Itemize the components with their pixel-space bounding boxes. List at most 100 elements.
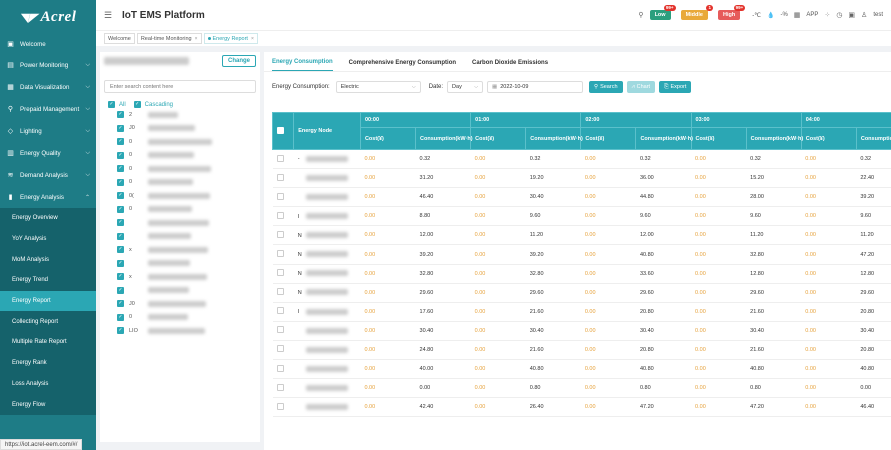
clock-icon[interactable]: ◷ <box>836 11 842 19</box>
tree-node[interactable]: ✓ x <box>100 243 260 257</box>
submenu-item-energy-rank[interactable]: Energy Rank <box>0 353 96 374</box>
submenu-item-energy-report[interactable]: Energy Report <box>0 290 96 312</box>
cascading-checkbox[interactable]: ✓ <box>133 101 141 108</box>
date-type-select[interactable]: Day ⌵ <box>447 81 484 93</box>
tree-node[interactable]: ✓ <box>100 230 260 244</box>
search-button[interactable]: ⚲ Search <box>589 81 623 93</box>
tree-node[interactable]: ✓ <box>100 216 260 230</box>
tree-node[interactable]: ✓ <box>100 257 260 271</box>
row-checkbox[interactable] <box>276 269 284 277</box>
node-checkbox[interactable]: ✓ <box>117 178 124 186</box>
sidebar-item-energy-analysis[interactable]: ▮ Energy Analysis ⌃ <box>0 186 96 208</box>
energy-type-select[interactable]: Electric ⌵ <box>335 81 421 93</box>
table-row[interactable]: -0.00 0.32 0.00 0.32 0.00 0.32 0.00 0.32 0.00 0.3… <box>272 149 891 170</box>
alarm-low-badge[interactable]: Low 99+ <box>649 5 676 20</box>
tab-energy-report[interactable]: Energy Report × <box>203 33 258 44</box>
qr-icon[interactable]: ▦ <box>794 11 801 19</box>
alarm-middle-badge[interactable]: Middle 1 <box>680 5 713 20</box>
table-row[interactable]: 0.00 42.40 0.00 26.40 0.00 47.20 0.00 47.20 0.00… <box>272 397 891 418</box>
node-checkbox[interactable]: ✓ <box>117 124 124 132</box>
submenu-item-energy-trend[interactable]: Energy Trend <box>0 270 96 291</box>
submenu-item-energy-flow[interactable]: Energy Flow <box>0 394 96 415</box>
tree-node[interactable]: ✓ 0( <box>100 189 260 203</box>
tree-node[interactable]: ✓ 2 <box>100 108 260 122</box>
export-button[interactable]: ⎘ Export <box>659 81 692 93</box>
row-checkbox[interactable] <box>276 402 284 410</box>
node-checkbox[interactable]: ✓ <box>117 327 124 335</box>
tree-node[interactable]: ✓ 0 <box>100 203 260 217</box>
row-checkbox[interactable] <box>276 288 284 296</box>
row-checkbox[interactable] <box>276 326 284 334</box>
menu-toggle-icon[interactable]: ☰ <box>104 10 116 21</box>
table-row[interactable]: 0.00 0.00 0.00 0.80 0.00 0.80 0.00 0.80 0.00 0.00 <box>272 378 891 399</box>
tree-node[interactable]: ✓ 0 <box>100 176 260 190</box>
table-row[interactable]: 0.00 46.40 0.00 30.40 0.00 44.80 0.00 28.00 0.00… <box>272 187 891 208</box>
app-link[interactable]: APP <box>806 12 818 18</box>
node-checkbox[interactable]: ✓ <box>117 219 124 227</box>
node-checkbox[interactable]: ✓ <box>117 246 124 254</box>
table-row[interactable]: 0.00 24.80 0.00 21.60 0.00 20.80 0.00 21.60 0.00… <box>272 340 891 361</box>
sidebar-item-energy-quality[interactable]: ▥ Energy Quality ⌵ <box>0 142 96 164</box>
row-checkbox[interactable] <box>276 383 284 391</box>
submenu-item-mom-analysis[interactable]: MoM Analysis <box>0 249 96 270</box>
grid-icon[interactable]: ⁘ <box>824 11 830 19</box>
row-checkbox[interactable] <box>276 307 284 315</box>
tree-search-input[interactable] <box>104 80 256 93</box>
tree-node[interactable]: ✓ <box>100 284 260 298</box>
row-checkbox[interactable] <box>276 173 284 181</box>
username[interactable]: test <box>873 12 883 18</box>
node-checkbox[interactable]: ✓ <box>117 205 124 213</box>
alarm-high-badge[interactable]: High 99+ <box>717 5 746 20</box>
node-checkbox[interactable]: ✓ <box>117 259 124 267</box>
tab-realtime-monitoring[interactable]: Real-time Monitoring × <box>136 33 202 44</box>
table-row[interactable]: 0.00 40.00 0.00 40.80 0.00 40.80 0.00 40.80 0.00… <box>272 359 891 380</box>
sidebar-item-welcome[interactable]: ▣ Welcome <box>0 34 96 54</box>
change-button[interactable]: Change <box>221 55 256 67</box>
table-row[interactable]: N 0.00 39.20 0.00 39.20 0.00 40.80 0.00 32.80 0.0… <box>272 244 891 265</box>
tree-node[interactable]: ✓ 0 <box>100 162 260 176</box>
sidebar-item-power-monitoring[interactable]: ▤ Power Monitoring ⌵ <box>0 54 96 76</box>
chart-button[interactable]: ⩘ Chart <box>626 81 656 93</box>
sidebar-item-demand-analysis[interactable]: ≋ Demand Analysis ⌵ <box>0 164 96 186</box>
tree-node[interactable]: ✓ 0 <box>100 135 260 149</box>
table-row[interactable]: 0.00 31.20 0.00 19.20 0.00 36.00 0.00 15.20 0.00… <box>272 168 891 189</box>
tree-node[interactable]: ✓ x <box>100 270 260 284</box>
submenu-item-yoy-analysis[interactable]: YoY Analysis <box>0 229 96 250</box>
node-checkbox[interactable]: ✓ <box>117 111 124 119</box>
row-checkbox[interactable] <box>276 192 284 200</box>
tab-carbon-dioxide[interactable]: Carbon Dioxide Emissions <box>472 60 548 71</box>
table-row[interactable]: N 0.00 29.60 0.00 29.60 0.00 29.60 0.00 29.60 0.0… <box>272 283 891 303</box>
close-icon[interactable]: × <box>195 36 198 42</box>
date-picker[interactable]: ▦ 2022-10-09 <box>487 81 584 93</box>
tab-comprehensive-energy[interactable]: Comprehensive Energy Consumption <box>349 60 456 71</box>
table-row[interactable]: I 0.00 8.80 0.00 9.60 0.00 9.60 0.00 9.60 0.00 9.6… <box>272 206 891 227</box>
tree-node[interactable]: ✓ 0 <box>100 311 260 325</box>
submenu-item-energy-overview[interactable]: Energy Overview <box>0 208 96 229</box>
search-icon[interactable]: ⚲ <box>638 11 643 19</box>
node-checkbox[interactable]: ✓ <box>117 300 124 308</box>
user-icon[interactable]: ♙ <box>861 11 867 19</box>
table-row[interactable]: N 0.00 12.00 0.00 11.20 0.00 12.00 0.00 11.20 0.0… <box>272 225 891 246</box>
tree-node[interactable]: ✓ J0 <box>100 297 260 311</box>
select-all-checkbox[interactable] <box>277 126 284 134</box>
row-checkbox[interactable] <box>276 345 284 353</box>
sidebar-item-data-visualization[interactable]: ▦ Data Visualization ⌵ <box>0 76 96 98</box>
node-checkbox[interactable]: ✓ <box>117 273 124 281</box>
node-checkbox[interactable]: ✓ <box>117 286 124 294</box>
row-checkbox[interactable] <box>276 230 284 238</box>
node-checkbox[interactable]: ✓ <box>117 232 124 240</box>
tab-welcome[interactable]: Welcome <box>104 33 135 44</box>
sidebar-item-prepaid-management[interactable]: ⚲ Prepaid Management ⌵ <box>0 98 96 120</box>
all-checkbox[interactable]: ✓ <box>108 101 115 108</box>
tab-energy-consumption[interactable]: Energy Consumption <box>272 59 333 71</box>
node-checkbox[interactable]: ✓ <box>117 138 124 146</box>
node-checkbox[interactable]: ✓ <box>117 151 124 159</box>
node-checkbox[interactable]: ✓ <box>117 313 124 321</box>
table-row[interactable]: 0.00 30.40 0.00 30.40 0.00 30.40 0.00 30.40 0.00… <box>272 321 891 341</box>
tree-node[interactable]: ✓ J0 <box>100 122 260 136</box>
table-row[interactable]: N 0.00 32.80 0.00 32.80 0.00 33.60 0.00 12.80 0.0… <box>272 264 891 284</box>
close-icon[interactable]: × <box>251 36 254 42</box>
row-checkbox[interactable] <box>276 250 284 258</box>
tree-node[interactable]: ✓ 0 <box>100 149 260 163</box>
row-checkbox[interactable] <box>276 154 284 162</box>
